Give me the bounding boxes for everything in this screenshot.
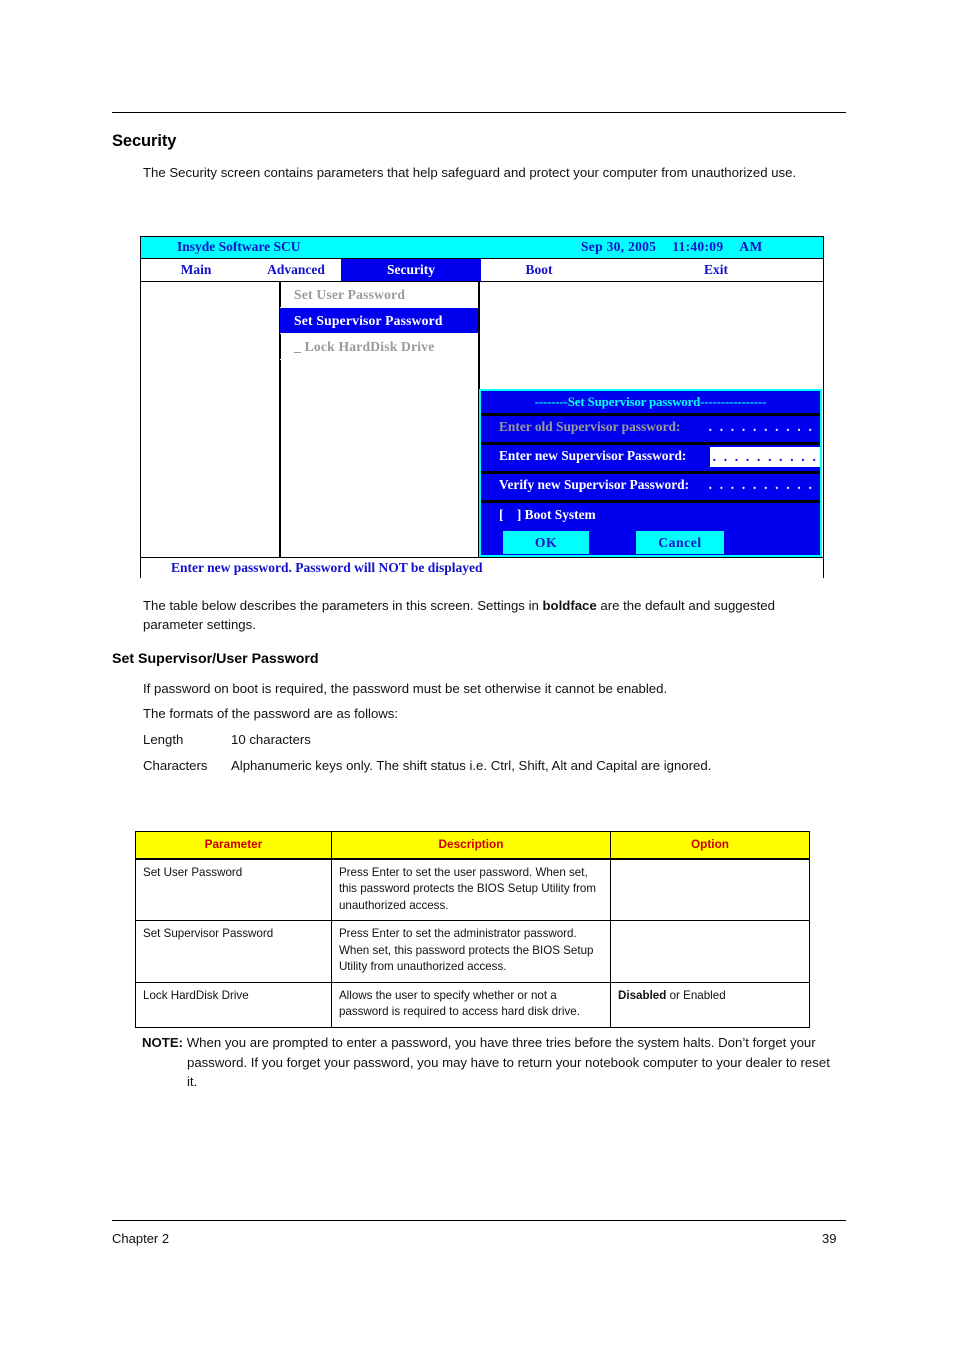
column-header-option: Option: [610, 831, 810, 860]
dialog-row-verify-password: Verify new Supervisor Password: . . . . …: [481, 474, 820, 503]
table-intro-boldface: boldface: [542, 598, 597, 613]
security-menu-list: Set User Password Set Supervisor Passwor…: [280, 282, 478, 360]
tab-main[interactable]: Main: [159, 259, 233, 281]
tab-security[interactable]: Security: [341, 259, 481, 281]
subsection-title: Set Supervisor/User Password: [112, 651, 319, 667]
menu-item-set-user-password[interactable]: Set User Password: [280, 282, 478, 308]
field-old-password[interactable]: . . . . . . . . . .: [709, 419, 814, 435]
footer-rule: [112, 1220, 846, 1221]
table-intro-paragraph: The table below describes the parameters…: [143, 596, 838, 634]
cell-option: Disabled or Enabled: [610, 981, 810, 1028]
cell-description: Press Enter to set the administrator pas…: [330, 920, 612, 983]
note-block: NOTE: When you are prompted to enter a p…: [142, 1033, 842, 1092]
cell-parameter: Set Supervisor Password: [135, 920, 332, 983]
table-row: Set User Password Press Enter to set the…: [135, 858, 810, 921]
table-header-row: Parameter Description Option: [135, 831, 810, 860]
tab-advanced[interactable]: Advanced: [241, 259, 351, 281]
table-row: Set Supervisor Password Press Enter to s…: [135, 920, 810, 983]
set-supervisor-password-dialog: --------Set Supervisor password---------…: [479, 389, 822, 557]
format-label-length: Length: [143, 732, 184, 747]
cell-option: [610, 858, 810, 921]
bios-date: Sep 30, 2005: [581, 239, 657, 254]
menu-item-lock-harddisk-drive[interactable]: _ Lock HardDisk Drive: [280, 334, 478, 360]
field-verify-password[interactable]: . . . . . . . . . .: [709, 477, 814, 493]
option-rest: or Enabled: [666, 988, 726, 1002]
bios-content-area: Set User Password Set Supervisor Passwor…: [141, 282, 823, 557]
dialog-row-old-password: Enter old Supervisor password: . . . . .…: [481, 416, 820, 445]
note-text: When you are prompted to enter a passwor…: [186, 1035, 830, 1089]
column-header-parameter: Parameter: [135, 831, 332, 860]
option-default: Disabled: [618, 988, 667, 1002]
cell-option: [610, 920, 810, 983]
bios-meridiem: AM: [739, 239, 763, 254]
format-value-length: 10 characters: [231, 732, 311, 747]
bios-menu-bar: Main Advanced Security Boot Exit: [141, 259, 823, 282]
bios-datetime: Sep 30, 2005 11:40:09 AM: [581, 239, 778, 255]
intro-paragraph: The Security screen contains parameters …: [143, 165, 797, 180]
password-required-line: If password on boot is required, the pas…: [143, 681, 668, 696]
table-intro-prefix: The table below describes the parameters…: [143, 598, 543, 613]
dialog-row-new-password: Enter new Supervisor Password: . . . . .…: [481, 445, 820, 474]
bios-title-bar: Insyde Software SCU Sep 30, 2005 11:40:09…: [141, 237, 823, 259]
parameter-table: Parameter Description Option Set User Pa…: [135, 831, 810, 1028]
formats-line: The formats of the password are as follo…: [143, 706, 399, 721]
bios-time: 11:40:09: [672, 239, 724, 254]
cancel-button[interactable]: Cancel: [636, 531, 724, 554]
cell-description: Allows the user to specify whether or no…: [330, 981, 612, 1028]
bios-app-name: Insyde Software SCU: [177, 239, 301, 254]
page-title: Security: [112, 132, 177, 150]
cell-description: Press Enter to set the user password. Wh…: [330, 858, 612, 921]
document-page: Security The Security screen contains pa…: [0, 0, 954, 1351]
ok-button[interactable]: OK: [503, 531, 589, 554]
note-label: NOTE:: [142, 1035, 184, 1050]
format-label-characters: Characters: [143, 758, 208, 773]
field-new-password[interactable]: . . . . . . . . . .: [709, 447, 820, 467]
cell-parameter: Set User Password: [135, 858, 332, 921]
dialog-title: --------Set Supervisor password---------…: [481, 391, 820, 416]
menu-item-set-supervisor-password[interactable]: Set Supervisor Password: [280, 308, 478, 334]
label-enter-new-password: Enter new Supervisor Password:: [499, 448, 687, 463]
tab-exit[interactable]: Exit: [661, 259, 771, 281]
footer-page-number: 39: [822, 1231, 837, 1246]
format-value-characters: Alphanumeric keys only. The shift status…: [231, 758, 712, 773]
label-verify-new-password: Verify new Supervisor Password:: [499, 477, 690, 492]
checkbox-boot-system[interactable]: [ ] Boot System: [499, 507, 596, 523]
column-header-description: Description: [330, 831, 612, 860]
footer-chapter: Chapter 2: [112, 1231, 170, 1246]
header-rule: [112, 112, 846, 113]
table-row: Lock HardDisk Drive Allows the user to s…: [135, 981, 810, 1028]
cell-parameter: Lock HardDisk Drive: [135, 981, 332, 1028]
status-message: Enter new password. Password will NOT be…: [171, 560, 483, 575]
bios-setup-screenshot: Insyde Software SCU Sep 30, 2005 11:40:09…: [140, 236, 824, 579]
tab-boot[interactable]: Boot: [496, 259, 582, 281]
label-enter-old-password: Enter old Supervisor password:: [499, 419, 681, 434]
bios-status-bar: Enter new password. Password will NOT be…: [141, 557, 823, 579]
